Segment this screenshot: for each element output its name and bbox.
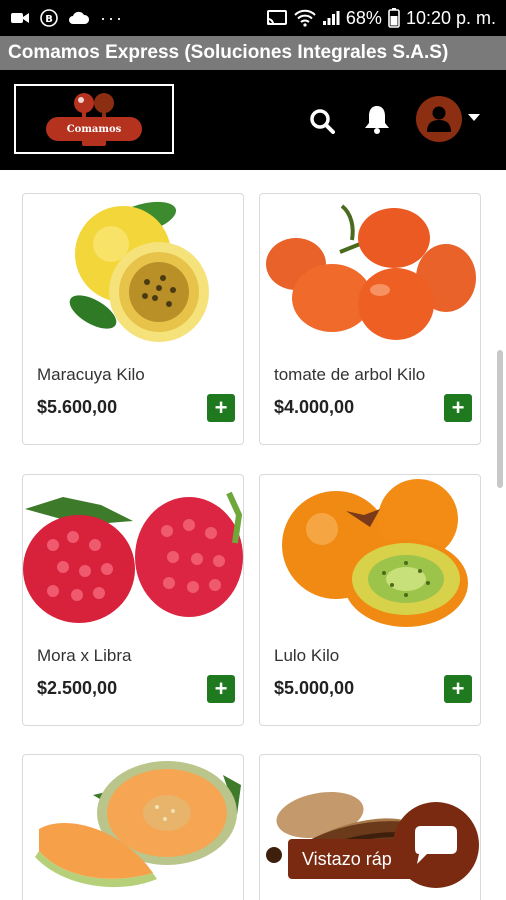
product-image[interactable]: [260, 194, 480, 350]
page-scrollbar[interactable]: [497, 350, 503, 488]
product-price: $4.000,00: [274, 397, 355, 417]
search-icon: [310, 109, 335, 134]
product-name[interactable]: Maracuya Kilo: [37, 365, 145, 385]
svg-text:B: B: [45, 14, 53, 25]
cloud-icon: [69, 11, 90, 24]
site-header: Comamos: [0, 70, 506, 170]
product-image[interactable]: [23, 194, 243, 350]
site-logo[interactable]: Comamos: [14, 84, 174, 154]
signal-icon: [322, 11, 340, 25]
product-card[interactable]: Maracuya Kilo $5.600,00 +: [22, 193, 244, 445]
product-image[interactable]: [260, 475, 480, 631]
product-price: $2.500,00: [37, 678, 118, 698]
logo-mark: Comamos: [46, 91, 142, 147]
product-price: $5.000,00: [274, 678, 355, 698]
product-card[interactable]: tomate de arbol Kilo $4.000,00 +: [259, 193, 481, 445]
app-title: Comamos Express (Soluciones Integrales S…: [8, 42, 449, 63]
logo-sub-strip: [82, 140, 106, 146]
status-bar-left: B ···: [10, 8, 124, 29]
product-image[interactable]: [23, 755, 243, 900]
add-to-cart-button[interactable]: +: [444, 394, 472, 422]
video-call-icon: [11, 13, 29, 23]
product-card[interactable]: [22, 754, 244, 900]
wifi-icon: [294, 9, 316, 27]
add-to-cart-button[interactable]: +: [444, 675, 472, 703]
battery-icon: [388, 8, 400, 28]
battery-percent: 68%: [345, 7, 382, 28]
product-name[interactable]: tomate de arbol Kilo: [274, 365, 425, 385]
more-notifications: ···: [100, 7, 124, 28]
status-bar: B ··· 68% 10:20 p. m.: [0, 0, 506, 36]
chat-bubble-icon: [415, 826, 457, 864]
b-badge-icon: B: [40, 9, 58, 27]
add-to-cart-button[interactable]: +: [207, 675, 235, 703]
product-card[interactable]: Mora x Libra $2.500,00 +: [22, 474, 244, 726]
product-image[interactable]: [23, 475, 243, 631]
product-card[interactable]: Lulo Kilo $5.000,00 +: [259, 474, 481, 726]
app-title-bar: Comamos Express (Soluciones Integrales S…: [0, 36, 506, 70]
user-menu-caret-icon[interactable]: [468, 114, 480, 121]
product-name[interactable]: Mora x Libra: [37, 646, 131, 666]
product-name[interactable]: Lulo Kilo: [274, 646, 339, 666]
user-menu-button[interactable]: [416, 96, 462, 142]
clock: 10:20 p. m.: [405, 7, 496, 28]
status-bar-right: 68% 10:20 p. m.: [266, 8, 496, 29]
logo-banner: Comamos: [46, 117, 142, 141]
chat-button[interactable]: [393, 802, 479, 888]
app-screen: B ··· 68% 10:20 p. m. Comamos Express (S…: [0, 0, 506, 900]
search-button[interactable]: [305, 104, 339, 138]
bell-icon: [365, 106, 389, 134]
add-to-cart-button[interactable]: +: [207, 394, 235, 422]
product-price: $5.600,00: [37, 397, 118, 417]
user-icon: [427, 106, 451, 132]
cast-icon: [266, 10, 287, 25]
notifications-button[interactable]: [360, 102, 394, 136]
